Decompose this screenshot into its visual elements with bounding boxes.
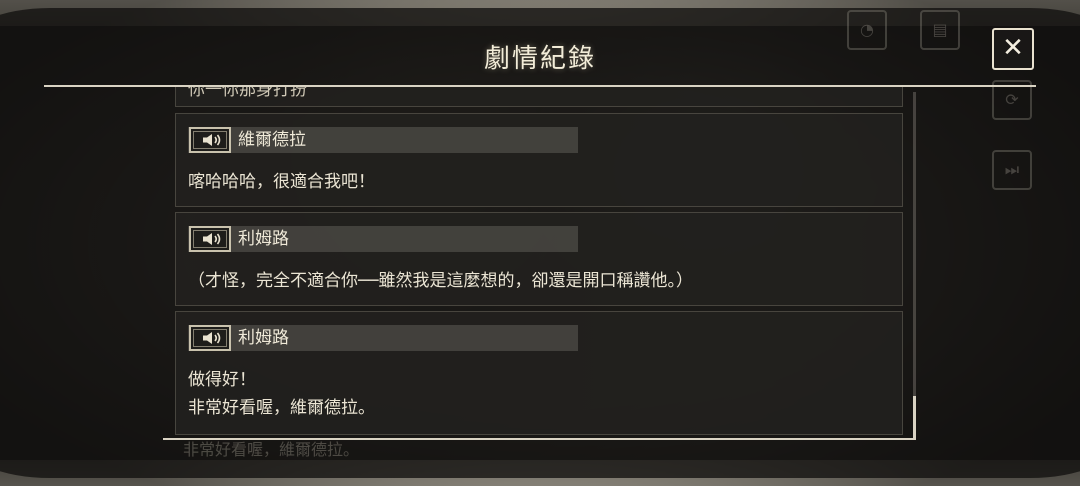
log-entry: 利姆路 （才怪，完全不適合你──雖然我是這麼想的，卻還是開口稱讚他。） xyxy=(175,212,903,306)
log-scrollbar-track[interactable] xyxy=(913,92,916,438)
log-line: 非常好看喔，維爾德拉。 xyxy=(188,398,375,418)
speaker-name: 利姆路 xyxy=(238,328,289,348)
page-title: 劇情紀錄 xyxy=(483,44,596,74)
voice-replay-button[interactable] xyxy=(189,226,231,252)
close-button[interactable]: ✕ xyxy=(992,28,1034,70)
story-log-list[interactable]: 你一你那身打扮 維爾德拉 喀哈哈哈，很適合我吧！ 利姆路 （才怪，完全不適合你─… xyxy=(163,87,913,439)
background-skip-icon: ⏭ xyxy=(992,150,1032,190)
close-icon: ✕ xyxy=(1002,33,1024,63)
log-line: （才怪，完全不適合你──雖然我是這麼想的，卻還是開口稱讚他。） xyxy=(188,271,693,291)
log-line: 你一你那身打扮 xyxy=(188,87,307,100)
log-line: 做得好！ xyxy=(188,370,256,390)
speaker-name: 維爾德拉 xyxy=(238,130,306,150)
log-entry: 利姆路 做得好！ 非常好看喔，維爾德拉。 xyxy=(175,311,903,435)
log-entry-partial: 你一你那身打扮 xyxy=(175,87,903,107)
speaker-voice-icon xyxy=(203,233,221,245)
log-bottom-divider xyxy=(163,438,916,440)
log-scrollbar-thumb[interactable] xyxy=(913,396,916,438)
speaker-voice-icon xyxy=(203,332,221,344)
speaker-voice-icon xyxy=(203,134,221,146)
speaker-name: 利姆路 xyxy=(238,229,289,249)
voice-replay-button[interactable] xyxy=(189,127,231,153)
log-entry: 維爾德拉 喀哈哈哈，很適合我吧！ xyxy=(175,113,903,207)
log-line: 喀哈哈哈，很適合我吧！ xyxy=(188,172,375,192)
voice-replay-button[interactable] xyxy=(189,325,231,351)
